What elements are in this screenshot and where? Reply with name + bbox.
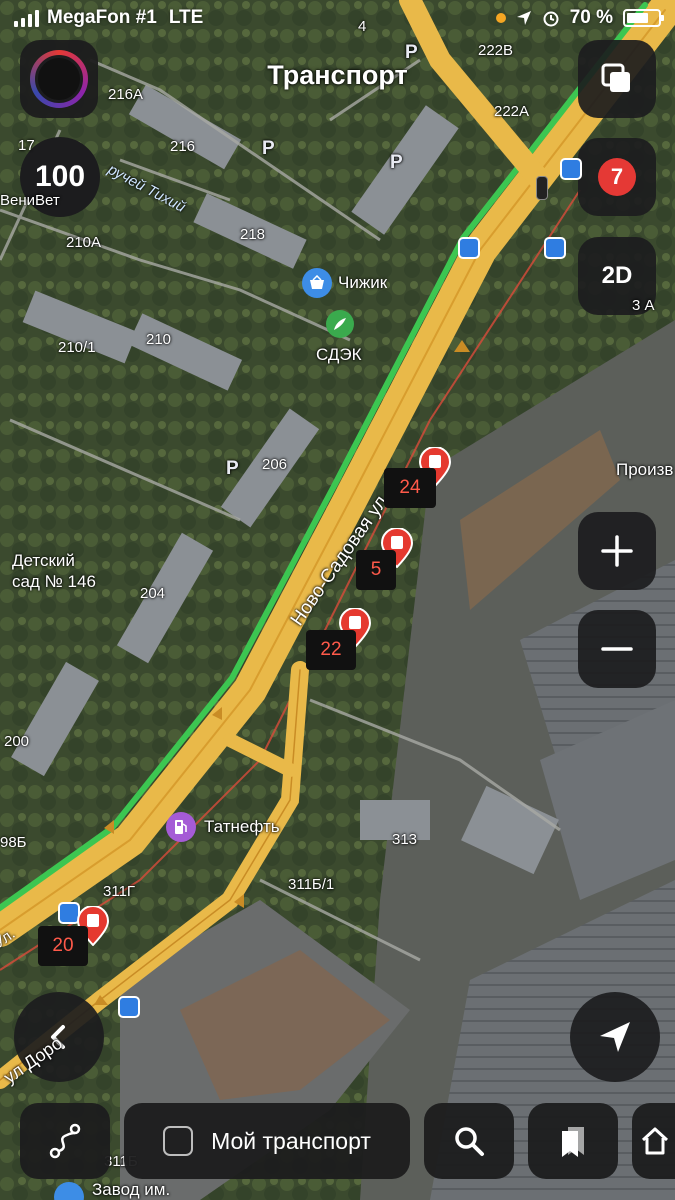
tram-stop-icon[interactable] — [560, 158, 582, 180]
poi-kindergarten-line2: сад № 146 — [12, 572, 96, 591]
poi-kindergarten[interactable]: Детский — [12, 551, 75, 571]
page-title: Транспорт — [267, 60, 408, 90]
building-number: 210 — [146, 331, 172, 348]
poi-factory[interactable]: Завод им. — [92, 1180, 170, 1200]
profile-button[interactable] — [20, 40, 98, 118]
layers-icon — [601, 63, 630, 92]
traffic-button[interactable]: 7 — [578, 138, 656, 216]
alarm-icon — [543, 11, 559, 27]
building-number: 210А — [66, 234, 102, 251]
building-number: 216 — [170, 138, 196, 155]
tram-stop-icon[interactable] — [544, 237, 566, 259]
tram-stop-icon[interactable] — [458, 237, 480, 259]
bookmarks-button[interactable] — [528, 1103, 618, 1179]
my-transport-checkbox[interactable] — [163, 1126, 194, 1156]
battery-percentage: 70 % — [569, 7, 613, 28]
building-number: 210/1 — [58, 339, 96, 356]
my-transport-toggle[interactable]: Мой транспорт — [124, 1103, 410, 1179]
route-curve-icon — [49, 1123, 81, 1159]
building-number: 311Б/1 — [288, 876, 335, 893]
store-icon — [302, 268, 332, 298]
home-icon — [641, 1127, 669, 1155]
building-number: 222А — [494, 103, 530, 120]
building-number: 206 — [262, 456, 288, 473]
poi-vet[interactable]: ВениВет — [0, 192, 60, 209]
parking-icon: P — [405, 42, 418, 63]
search-icon — [455, 1127, 484, 1156]
location-services-icon — [516, 11, 531, 25]
route-button[interactable] — [20, 1103, 110, 1179]
building-number: 98Б — [0, 834, 27, 851]
building-number: 200 — [4, 733, 30, 750]
building-number: 204 — [140, 585, 166, 602]
route-number[interactable]: 22 — [306, 630, 356, 670]
traffic-light-icon — [536, 176, 548, 200]
building-number: 313 — [392, 831, 418, 848]
fuel-icon — [166, 812, 196, 842]
building-number: 3 А — [632, 297, 655, 314]
layers-button[interactable] — [578, 40, 656, 118]
zoom-in-button[interactable] — [578, 512, 656, 590]
network-type: LTE — [168, 7, 204, 28]
minus-icon — [601, 647, 633, 651]
building-number: 311Г — [103, 883, 136, 900]
plus-icon — [601, 535, 633, 567]
recording-dot-icon — [495, 13, 506, 23]
building-number: 216А — [108, 86, 144, 103]
battery-icon — [623, 9, 664, 27]
route-number[interactable]: 20 — [38, 926, 88, 966]
tram-stop-icon[interactable] — [118, 996, 140, 1018]
parking-icon: P — [226, 458, 239, 479]
status-bar: MegaFon #1 LTE 70 % — [0, 0, 675, 36]
building-number: 17 — [18, 137, 35, 154]
poi-tatneft[interactable]: Татнефть — [166, 812, 280, 842]
signal-icon — [14, 9, 39, 27]
route-number[interactable]: 5 — [356, 550, 396, 590]
search-button[interactable] — [424, 1103, 514, 1179]
location-arrow-icon — [600, 1022, 630, 1052]
parking-icon: P — [262, 138, 275, 159]
bookmarks-icon — [562, 1127, 584, 1157]
carrier-name: MegaFon #1 — [47, 7, 157, 28]
poi-chizhik[interactable]: Чижик — [302, 268, 387, 298]
locate-me-button[interactable] — [570, 992, 660, 1082]
route-number[interactable]: 24 — [384, 468, 436, 508]
building-number: 222В — [478, 42, 514, 59]
zoom-out-button[interactable] — [578, 610, 656, 688]
cdek-icon[interactable] — [326, 310, 354, 338]
parking-icon: P — [390, 152, 403, 173]
home-button[interactable] — [632, 1103, 675, 1179]
building-number: 218 — [240, 226, 266, 243]
poi-cdek[interactable]: СДЭК — [316, 345, 362, 365]
traffic-score: 7 — [598, 158, 636, 196]
poi-proizv[interactable]: Произв — [616, 460, 673, 480]
avatar — [30, 50, 88, 108]
my-transport-label: Мой транспорт — [211, 1127, 371, 1154]
building-number: 4 — [358, 18, 367, 35]
